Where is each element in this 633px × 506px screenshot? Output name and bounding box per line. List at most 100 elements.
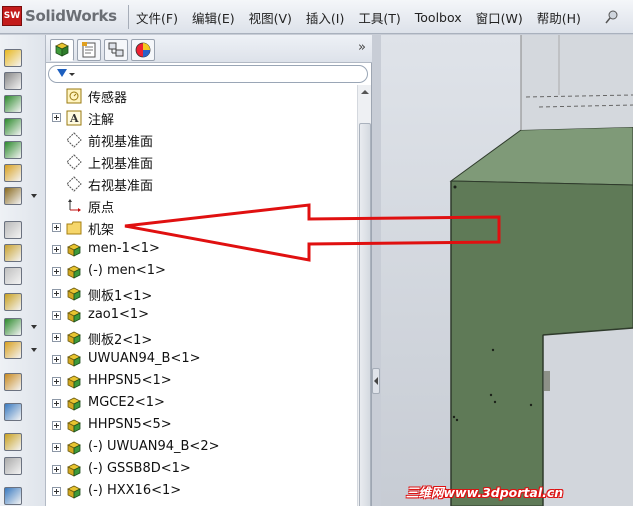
- large-assembly-icon[interactable]: [4, 487, 22, 505]
- tree-item-label: HHPSN5<5>: [88, 417, 172, 432]
- tree-item[interactable]: 原点: [46, 195, 356, 217]
- expand-plus-icon[interactable]: [52, 355, 61, 364]
- menu-item-6[interactable]: 窗口(W): [476, 8, 523, 27]
- tab-display-manager[interactable]: [131, 39, 155, 61]
- panel-splitter-handle[interactable]: [372, 368, 380, 394]
- frame-model-3d: [449, 35, 633, 506]
- tree-item[interactable]: 侧板2<1>: [46, 327, 356, 349]
- linear-pattern-icon[interactable]: [4, 95, 22, 113]
- tree-item[interactable]: (-) GSSB8D<1>: [46, 459, 356, 481]
- explode-line-sketch-icon[interactable]: [4, 318, 37, 336]
- tree-item[interactable]: 侧板1<1>: [46, 283, 356, 305]
- tree-item-label: zao1<1>: [88, 307, 150, 322]
- tree-item[interactable]: men-1<1>: [46, 239, 356, 261]
- mate-icon[interactable]: [4, 72, 22, 90]
- menu-item-2[interactable]: 视图(V): [249, 8, 292, 27]
- filter-dropdown-icon[interactable]: [69, 73, 75, 76]
- expand-plus-icon[interactable]: [52, 443, 61, 452]
- expand-plus-icon[interactable]: [52, 113, 61, 122]
- expand-plus-icon[interactable]: [52, 377, 61, 386]
- property-manager-icon: [82, 42, 96, 58]
- expand-plus-icon[interactable]: [52, 245, 61, 254]
- pin-icon[interactable]: [604, 9, 620, 25]
- scrollbar-thumb[interactable]: [359, 123, 371, 506]
- expand-plus-icon[interactable]: [52, 223, 61, 232]
- svg-text:A: A: [69, 112, 79, 125]
- feature-manager-panel: » 传感器 A 注解 前视基准面上视基准面右视基准面 原点 机架 men-1<1> (-) m…: [46, 35, 372, 506]
- main-menu: 文件(F) 编辑(E) 视图(V) 插入(I) 工具(T) Toolbox 窗口(W) 帮助(…: [136, 0, 595, 34]
- tree-item[interactable]: HHPSN5<5>: [46, 415, 356, 437]
- exploded-view-icon[interactable]: [4, 293, 22, 311]
- new-motion-study-icon[interactable]: [4, 244, 22, 262]
- tree-item[interactable]: 上视基准面: [46, 151, 356, 173]
- tree-item[interactable]: 右视基准面: [46, 173, 356, 195]
- plane-icon: [66, 132, 82, 148]
- menu-item-0[interactable]: 文件(F): [136, 8, 178, 27]
- expand-plus-icon[interactable]: [52, 399, 61, 408]
- part-icon: [66, 462, 82, 478]
- menu-item-1[interactable]: 编辑(E): [192, 8, 235, 27]
- assembly-features-icon[interactable]: [4, 187, 37, 205]
- expand-plus-icon[interactable]: [52, 289, 61, 298]
- graphics-viewport[interactable]: [381, 35, 633, 506]
- app-logo[interactable]: SW SolidWorks: [2, 4, 125, 28]
- insert-component-icon[interactable]: [4, 49, 22, 67]
- tree-scrollbar[interactable]: [357, 85, 371, 506]
- tree-item-label: 侧板2<1>: [88, 333, 153, 348]
- tree-item-label: 右视基准面: [88, 179, 154, 194]
- tree-item[interactable]: zao1<1>: [46, 305, 356, 327]
- clearance-verification-icon[interactable]: [4, 373, 22, 391]
- display-manager-icon: [135, 42, 151, 58]
- plane-icon: [66, 154, 82, 170]
- menu-item-4[interactable]: 工具(T): [358, 8, 400, 27]
- expand-plus-icon[interactable]: [52, 333, 61, 342]
- tree-item[interactable]: (-) HXX16<1>: [46, 481, 356, 503]
- tree-item[interactable]: A 注解: [46, 107, 356, 129]
- show-hidden-icon[interactable]: [4, 164, 22, 182]
- menu-item-7[interactable]: 帮助(H): [537, 8, 581, 27]
- dropdown-arrow-icon[interactable]: [31, 325, 37, 329]
- scroll-up-arrow-icon[interactable]: [358, 85, 372, 99]
- smart-fasteners-icon[interactable]: [4, 118, 22, 136]
- expand-plus-icon[interactable]: [52, 311, 61, 320]
- move-component-icon[interactable]: [4, 141, 22, 159]
- part-icon: [66, 286, 82, 302]
- dropdown-arrow-icon[interactable]: [31, 348, 37, 352]
- tree-item[interactable]: 机架: [46, 217, 356, 239]
- feature-tree-icon: [55, 42, 69, 57]
- live-section-icon[interactable]: [4, 457, 22, 475]
- filter-icon[interactable]: [57, 69, 67, 77]
- part-icon: [66, 308, 82, 324]
- tree-item[interactable]: (-) UWUAN94_B<2>: [46, 437, 356, 459]
- tree-item[interactable]: HHPSN5<1>: [46, 371, 356, 393]
- tree-item-label: MGCE2<1>: [88, 395, 165, 410]
- expand-plus-icon[interactable]: [52, 465, 61, 474]
- tree-item[interactable]: 前视基准面: [46, 129, 356, 151]
- tree-item-label: 上视基准面: [88, 157, 154, 172]
- instant3d-icon[interactable]: [4, 433, 22, 451]
- expand-plus-icon[interactable]: [52, 267, 61, 276]
- expand-plus-icon[interactable]: [52, 487, 61, 496]
- tree-item-label: men-1<1>: [88, 241, 160, 256]
- dropdown-arrow-icon[interactable]: [31, 194, 37, 198]
- interference-detection-icon[interactable]: [4, 341, 37, 359]
- menu-item-3[interactable]: 插入(I): [306, 8, 344, 27]
- manager-tabs: »: [46, 35, 372, 63]
- tree-item[interactable]: 传感器: [46, 85, 356, 107]
- tab-property-manager[interactable]: [77, 39, 101, 61]
- tree-item-label: 传感器: [88, 91, 128, 106]
- part-icon: [66, 330, 82, 346]
- tab-configuration-manager[interactable]: [104, 39, 128, 61]
- feature-filter-input[interactable]: [48, 65, 368, 83]
- tree-item[interactable]: (-) men<1>: [46, 261, 356, 283]
- tree-item-label: HHPSN5<1>: [88, 373, 172, 388]
- bill-of-materials-icon[interactable]: [4, 267, 22, 285]
- tree-item[interactable]: MGCE2<1>: [46, 393, 356, 415]
- hole-alignment-icon[interactable]: [4, 403, 22, 421]
- reference-geometry-icon[interactable]: [4, 221, 22, 239]
- expand-panel-chevron-icon[interactable]: »: [358, 40, 366, 55]
- menu-item-5[interactable]: Toolbox: [415, 10, 462, 25]
- tab-feature-manager[interactable]: [50, 39, 74, 61]
- tree-item[interactable]: UWUAN94_B<1>: [46, 349, 356, 371]
- expand-plus-icon[interactable]: [52, 421, 61, 430]
